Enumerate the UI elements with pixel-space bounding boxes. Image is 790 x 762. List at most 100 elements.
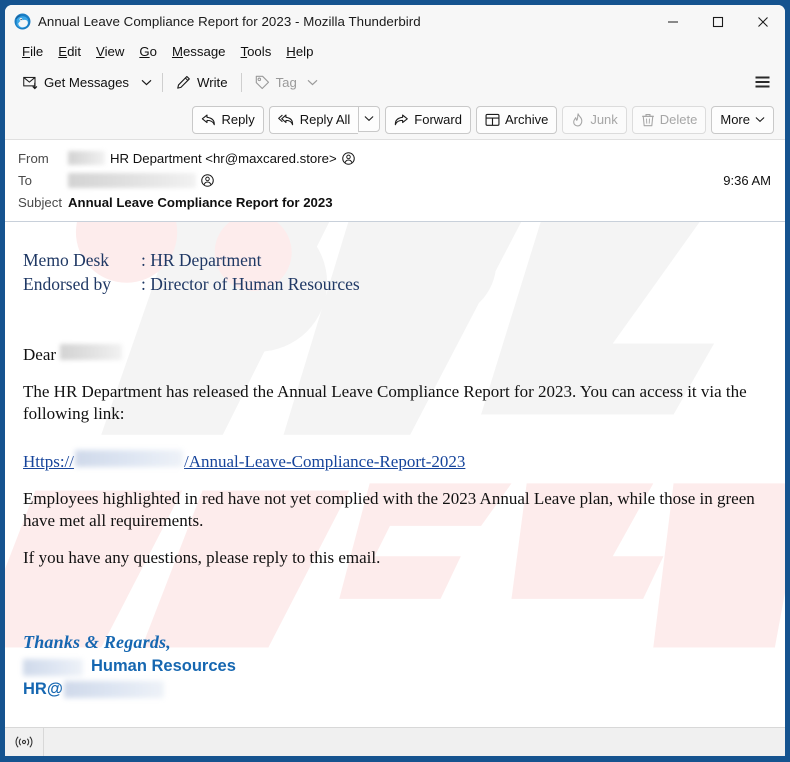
memo-key-desk: Memo Desk <box>23 250 110 270</box>
minimize-button[interactable] <box>650 5 695 38</box>
forward-label: Forward <box>414 112 462 127</box>
memo-value-desk: : HR Department <box>141 250 262 270</box>
subject-row: Subject Annual Leave Compliance Report f… <box>18 191 773 213</box>
menu-bar: File Edit View Go Message Tools Help <box>5 38 785 64</box>
window-controls <box>650 5 785 38</box>
message-body: Memo Desk : HR Department Endorsed by : … <box>5 222 785 727</box>
reply-all-arrow-icon <box>277 114 293 125</box>
reply-all-dropdown[interactable] <box>358 105 381 132</box>
forward-button[interactable]: Forward <box>385 105 471 134</box>
reply-arrow-icon <box>202 114 216 125</box>
greeting-text: Dear <box>23 345 57 365</box>
signature-email-redaction <box>63 680 164 698</box>
get-messages-button[interactable]: Get Messages <box>16 69 136 95</box>
link-prefix: Https:// <box>23 451 75 471</box>
contact-avatar-icon[interactable] <box>201 173 214 187</box>
greeting-line: Dear <box>23 344 765 366</box>
menu-item-view[interactable]: View <box>89 42 132 61</box>
maximize-button[interactable] <box>695 5 740 38</box>
message-time: 9:36 AM <box>723 172 771 188</box>
signature-email-prefix: HR@ <box>23 679 63 698</box>
to-redaction <box>68 172 196 188</box>
chevron-down-icon <box>141 79 151 85</box>
hamburger-menu-icon <box>755 76 769 88</box>
broadcast-signal-icon <box>15 736 33 748</box>
main-toolbar: Get Messages Write Tag <box>5 64 785 100</box>
thunderbird-window: Annual Leave Compliance Report for 2023 … <box>0 0 790 762</box>
menu-item-message[interactable]: Message <box>165 42 234 61</box>
contact-avatar-icon[interactable] <box>341 151 355 165</box>
memo-value-endorsed: : Director of Human Resources <box>141 274 360 295</box>
envelope-download-icon <box>23 76 38 89</box>
app-menu-button[interactable] <box>749 69 775 95</box>
signature-company-redaction <box>23 658 83 676</box>
tag-icon <box>255 75 269 89</box>
toolbar-separator-2 <box>240 72 242 92</box>
to-row: To 9:36 AM <box>18 169 773 191</box>
menu-item-tools[interactable]: Tools <box>234 42 280 61</box>
link-line: Https:// /Annual-Leave-Compliance-Report… <box>23 449 765 473</box>
reply-label: Reply <box>221 112 255 127</box>
archive-button[interactable]: Archive <box>475 105 558 134</box>
subject-label: Subject <box>18 194 62 210</box>
more-label: More <box>720 112 750 127</box>
chevron-down-icon <box>364 116 374 122</box>
reply-button[interactable]: Reply <box>192 105 264 134</box>
link-domain-redaction <box>75 449 184 467</box>
close-button[interactable] <box>740 5 785 38</box>
from-label: From <box>18 150 49 166</box>
pencil-icon <box>177 75 190 89</box>
write-label: Write <box>197 74 228 90</box>
status-broadcast-cell[interactable] <box>5 728 44 756</box>
from-address: HR Department <hr@maxcared.store> <box>110 150 337 166</box>
more-button[interactable]: More <box>711 105 774 134</box>
title-bar: Annual Leave Compliance Report for 2023 … <box>5 5 785 38</box>
menu-item-help[interactable]: Help <box>279 42 321 61</box>
greeting-redaction <box>60 344 123 361</box>
message-header: From HR Department <hr@maxcared.store> T… <box>5 140 785 222</box>
signature-department-line: Human Resources <box>23 656 765 677</box>
delete-button[interactable]: Delete <box>631 105 707 134</box>
signature-thanks: Thanks & Regards, <box>23 631 171 652</box>
memo-row-endorsed: Endorsed by : Director of Human Resource… <box>23 272 765 296</box>
junk-flame-icon <box>573 112 583 127</box>
menu-item-file[interactable]: File <box>15 42 51 61</box>
delete-label: Delete <box>659 112 698 127</box>
reply-all-button[interactable]: Reply All <box>268 105 359 134</box>
to-label: To <box>18 172 32 188</box>
window-title: Annual Leave Compliance Report for 2023 … <box>38 14 421 29</box>
message-action-toolbar: Reply Reply All Forward Archive Junk Del… <box>5 100 785 140</box>
from-row: From HR Department <hr@maxcared.store> <box>18 147 773 169</box>
from-redaction <box>68 151 105 165</box>
from-value[interactable]: HR Department <hr@maxcared.store> <box>68 151 355 166</box>
trash-can-icon <box>641 113 654 126</box>
link-suffix: /Annual-Leave-Compliance-Report-2023 <box>184 451 466 471</box>
signature-email-line: HR@ <box>23 679 765 700</box>
email-content: Memo Desk : HR Department Endorsed by : … <box>5 222 785 700</box>
to-value[interactable] <box>68 172 214 188</box>
status-bar <box>5 727 785 756</box>
thunderbird-logo-icon <box>14 13 31 30</box>
reply-all-label: Reply All <box>299 112 351 127</box>
paragraph-1: The HR Department has released the Annua… <box>23 382 747 424</box>
forward-arrow-icon <box>395 114 409 125</box>
signature-block: Thanks & Regards, Human Resources HR@ <box>23 631 765 700</box>
tag-button[interactable]: Tag <box>248 69 325 95</box>
paragraph-2: Employees highlighted in red have not ye… <box>23 488 755 530</box>
signature-department: Human Resources <box>91 657 236 676</box>
tag-label: Tag <box>275 74 297 90</box>
junk-button[interactable]: Junk <box>562 105 627 134</box>
window-inner: Annual Leave Compliance Report for 2023 … <box>5 5 785 756</box>
get-messages-dropdown[interactable] <box>136 69 156 95</box>
toolbar-separator-1 <box>162 72 164 92</box>
subject-value: Annual Leave Compliance Report for 2023 <box>68 194 333 210</box>
archive-label: Archive <box>504 112 549 127</box>
phishing-link[interactable]: Https:// /Annual-Leave-Compliance-Report… <box>23 449 466 473</box>
junk-label: Junk <box>590 112 618 127</box>
menu-item-edit[interactable]: Edit <box>51 42 89 61</box>
chevron-down-icon <box>755 117 765 123</box>
paragraph-3: If you have any questions, please reply … <box>23 547 381 567</box>
menu-item-go[interactable]: Go <box>132 42 165 61</box>
reply-all-group: Reply All <box>268 105 381 134</box>
write-button[interactable]: Write <box>169 69 235 95</box>
